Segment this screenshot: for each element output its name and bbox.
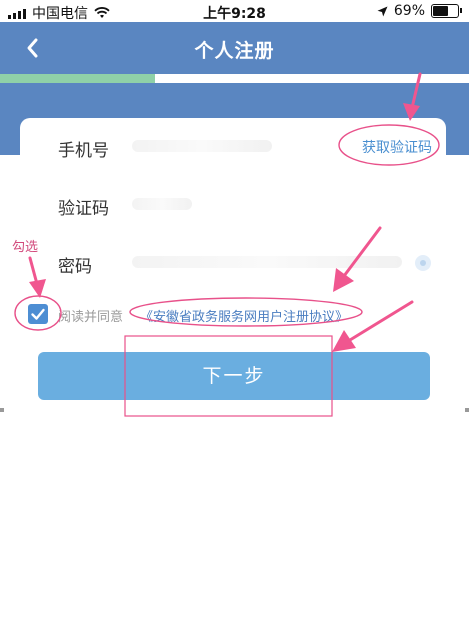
get-code-button[interactable]: 获取验证码 [362, 137, 432, 157]
code-row: 验证码 [20, 176, 446, 232]
battery-level [433, 6, 448, 16]
phone-row: 手机号 获取验证码 [20, 118, 446, 174]
next-step-button[interactable]: 下一步 [38, 352, 430, 400]
agreement-link[interactable]: 《安徽省政务服务网用户注册协议》 [140, 306, 348, 325]
phone-input[interactable] [132, 140, 272, 152]
page-title: 个人注册 [194, 40, 275, 62]
nav-bar: 个人注册 [0, 22, 469, 74]
edge-mark [465, 408, 469, 412]
check-icon [31, 308, 45, 320]
progress-bar [0, 74, 469, 83]
agreement-prefix: 阅读并同意 [58, 310, 124, 325]
registration-form: 手机号 获取验证码 验证码 密码 [20, 118, 446, 298]
code-label: 验证码 [58, 199, 109, 219]
battery-percent: 69% [393, 3, 425, 19]
agreement-row: 阅读并同意 《安徽省政务服务网用户注册协议》 [28, 302, 448, 328]
location-arrow-icon [377, 6, 388, 16]
phone-label: 手机号 [58, 141, 109, 161]
password-row: 密码 [20, 234, 446, 290]
eye-icon[interactable] [414, 254, 432, 272]
progress-fill [0, 74, 155, 83]
code-input[interactable] [132, 198, 192, 210]
status-right: 69% [377, 3, 462, 19]
annotation-check-hint: 勾选 [12, 240, 39, 255]
edge-mark [0, 408, 4, 412]
password-input[interactable] [132, 256, 402, 268]
agreement-checkbox[interactable] [28, 304, 48, 324]
status-bar: 中国电信 上午9:28 69% [0, 0, 469, 22]
password-label: 密码 [58, 257, 92, 277]
battery-icon [431, 4, 462, 18]
